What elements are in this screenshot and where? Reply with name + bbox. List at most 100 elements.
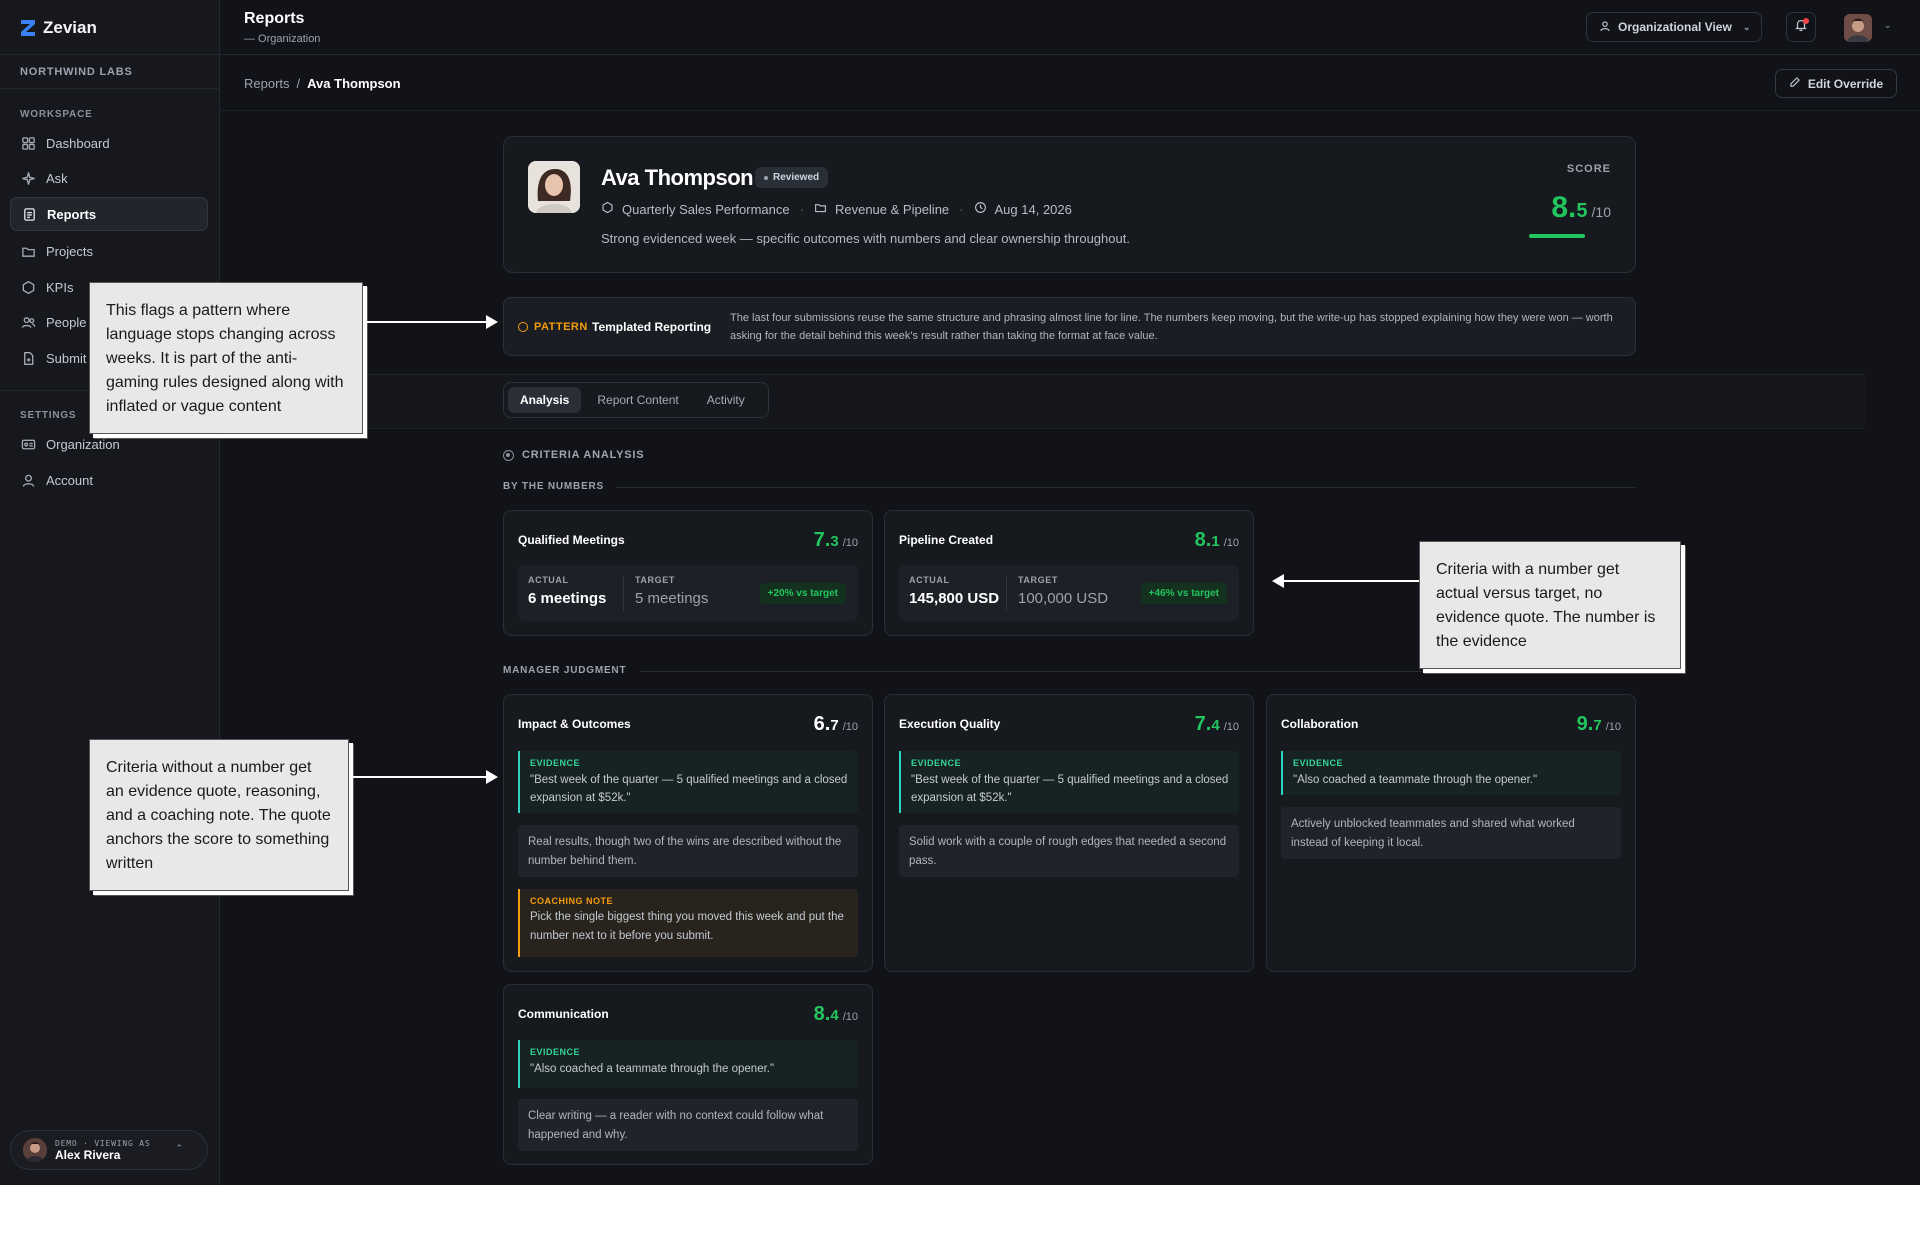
sidebar-item-account[interactable]: Account [10,463,208,497]
judgment-card-impact-outcomes: Impact & Outcomes 6.7 /10 EVIDENCE "Best… [503,694,873,972]
status-badge-label: Reviewed [773,172,820,183]
score-decimal: 3 [830,533,839,550]
grid-icon [20,135,36,151]
evidence-label: EVIDENCE [911,758,962,768]
breadcrumb-current: Ava Thompson [307,76,401,91]
score-int: 9. [1576,713,1594,735]
avatar [23,1138,47,1162]
target-label: TARGET [1018,575,1058,585]
delta-badge: +20% vs target [759,583,846,604]
clock-icon [974,201,987,217]
sidebar-item-label: Reports [47,206,97,222]
sidebar-item-label: Ask [46,170,68,186]
meta-separator: · [959,201,964,217]
judgment-card-collaboration: Collaboration 9.7 /10 EVIDENCE "Also coa… [1266,694,1636,972]
chevron-down-icon[interactable]: ⌄ [1884,20,1892,31]
demo-label: DEMO · VIEWING AS [55,1138,151,1148]
score-decimal: 1 [1211,533,1220,550]
criterion-score: 9.7 /10 [1577,713,1621,736]
actual-value: 6 meetings [528,590,607,607]
tabs-strip [220,374,1865,429]
report-date: Aug 14, 2026 [994,201,1072,217]
view-select[interactable]: Organizational View ⌄ [1586,12,1762,42]
breadcrumb-separator: / [296,76,301,91]
criterion-title: Collaboration [1281,717,1359,731]
score-decimal: 7 [830,717,839,734]
target-value: 5 meetings [635,590,709,607]
sidebar-item-reports[interactable]: Reports [10,197,208,231]
alert-circle-icon [518,322,528,332]
breadcrumb: Reports / Ava Thompson [244,76,401,91]
criterion-title: Communication [518,1007,609,1021]
workspace-section-label: WORKSPACE [20,109,93,120]
target-column: TARGET 5 meetings [635,575,708,607]
actual-vs-target: ACTUAL 6 meetings TARGET 5 meetings +20%… [518,565,858,621]
coaching-text: Pick the single biggest thing you moved … [530,911,844,942]
evidence-block: EVIDENCE "Best week of the quarter — 5 q… [518,751,858,813]
breadcrumb-root[interactable]: Reports [244,76,290,91]
criterion-title: Execution Quality [899,717,1001,731]
edit-override-button[interactable]: Edit Override [1775,69,1897,98]
sidebar-item-dashboard[interactable]: Dashboard [10,126,208,160]
score-denominator: /10 [1591,204,1611,220]
view-select-value: Organizational View [1618,20,1732,34]
badge-dot [764,175,768,180]
demo-user-switcher[interactable]: DEMO · VIEWING AS Alex Rivera ⌃ [10,1130,208,1170]
sidebar-item-label: Projects [46,243,93,259]
sidebar-item-projects[interactable]: Projects [10,234,208,268]
score-label: SCORE [1566,163,1611,175]
demo-user-name: Alex Rivera [55,1147,121,1162]
criterion-title: Qualified Meetings [518,533,625,547]
chevron-down-icon: ⌄ [1742,21,1751,32]
criterion-score: 6.7 /10 [814,713,858,736]
judgment-section-title: MANAGER JUDGMENT [503,665,627,676]
pattern-title: Templated Reporting [592,320,712,334]
org-name: NORTHWIND LABS [20,66,133,78]
tab-activity[interactable]: Activity [695,387,757,413]
evidence-label: EVIDENCE [530,1047,581,1057]
delta-badge: +46% vs target [1140,583,1227,604]
person-name: Ava Thompson [601,165,754,190]
sidebar-item-label: KPIs [46,279,74,295]
score-int: 7. [813,529,831,551]
people-icon [20,314,36,330]
metric-card-pipeline-created: Pipeline Created 8.1 /10 ACTUAL 145,800 … [884,510,1254,636]
pattern-tag: PATTERN [518,321,588,333]
evidence-quote: "Also coached a teammate through the ope… [530,1063,775,1075]
status-badge: Reviewed [755,167,829,188]
pattern-banner: PATTERN Templated Reporting The last fou… [503,297,1636,356]
avatar[interactable] [1844,14,1872,42]
avatar [528,161,580,213]
annotation-arrow [351,770,498,784]
score-decimal: 4 [1211,717,1220,734]
tab-report-content[interactable]: Report Content [585,387,690,413]
tab-bar: Analysis Report Content Activity [503,382,769,418]
divider [1006,575,1007,611]
criterion-score: 8.4 /10 [814,1003,858,1026]
pattern-tag-label: PATTERN [534,321,588,333]
criterion-title: Pipeline Created [899,533,994,547]
score-decimal: 7 [1593,717,1602,734]
evidence-quote: "Best week of the quarter — 5 qualified … [530,774,848,804]
score-int: 7. [1194,713,1212,735]
folder-icon [814,201,827,217]
app-name: Zevian [43,18,97,37]
annotation-numbers: Criteria with a number get actual versus… [1419,541,1681,669]
divider [0,88,220,89]
score-denominator: /10 [842,721,858,733]
chevron-up-icon: ⌃ [175,1143,183,1153]
pattern-description: The last four submissions reuse the same… [730,312,1613,342]
project-name[interactable]: Revenue & Pipeline [835,202,949,217]
actual-column: ACTUAL 145,800 USD [909,575,999,607]
tab-analysis[interactable]: Analysis [508,387,582,413]
sidebar-item-ask[interactable]: Ask [10,161,208,195]
logo[interactable]: Zevian [20,16,97,40]
judgment-card-communication: Communication 8.4 /10 EVIDENCE "Also coa… [503,984,873,1165]
target-label: TARGET [635,575,675,585]
kpi-name[interactable]: Quarterly Sales Performance [622,202,790,217]
evidence-block: EVIDENCE "Also coached a teammate throug… [518,1040,858,1088]
notifications-button[interactable] [1786,12,1816,42]
coaching-label: COACHING NOTE [530,896,613,906]
sidebar-item-label: Dashboard [46,135,110,151]
hexagon-icon [601,201,614,217]
